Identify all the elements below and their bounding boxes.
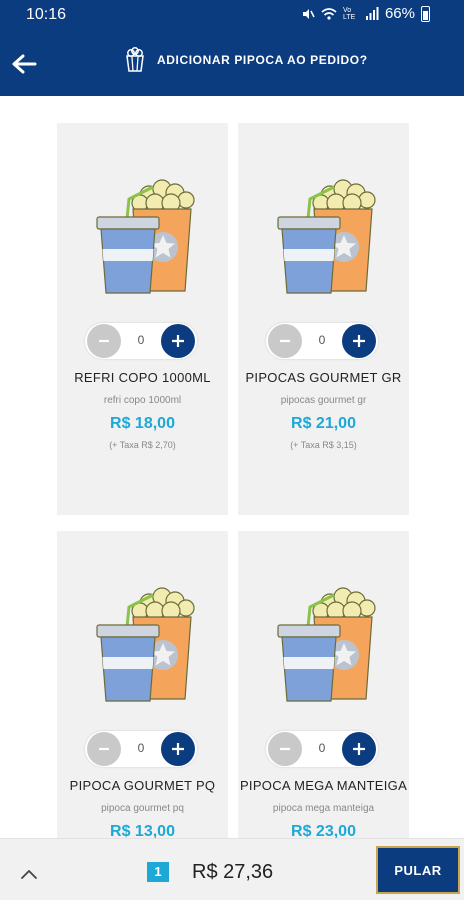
popcorn-icon xyxy=(126,47,144,72)
battery-percent: 66% xyxy=(384,5,415,22)
minus-icon xyxy=(99,339,109,343)
product-description: pipoca gourmet pq xyxy=(101,803,184,814)
combo-image xyxy=(95,178,196,295)
product-card[interactable]: 0 PIPOCA GOURMET PQ pipoca gourmet pq R$… xyxy=(57,531,228,861)
combo-image xyxy=(95,586,196,703)
cart-count-badge: 1 xyxy=(147,862,169,882)
back-button[interactable] xyxy=(8,48,40,80)
product-card[interactable]: 0 PIPOCAS GOURMET GR pipocas gourmet gr … xyxy=(238,123,409,515)
quantity-stepper: 0 xyxy=(85,731,197,767)
signal-icon xyxy=(365,6,379,20)
plus-icon xyxy=(172,335,184,347)
minus-icon xyxy=(280,339,290,343)
quantity-value: 0 xyxy=(318,333,326,347)
product-description: pipoca mega manteiga xyxy=(272,803,375,814)
cart-total: R$ 27,36 xyxy=(192,861,274,883)
quantity-value: 0 xyxy=(137,333,145,347)
minus-icon xyxy=(280,747,290,751)
product-description: pipocas gourmet gr xyxy=(280,395,367,406)
product-name: REFRI COPO 1000ML xyxy=(74,370,211,385)
increase-button[interactable] xyxy=(161,324,195,358)
volte-icon: Vo LTE xyxy=(342,6,356,21)
product-tax: (+ Taxa R$ 3,15) xyxy=(290,440,357,450)
plus-icon xyxy=(353,743,365,755)
quantity-stepper: 0 xyxy=(266,731,378,767)
product-name: PIPOCA MEGA MANTEIGA xyxy=(239,778,408,793)
minus-icon xyxy=(99,747,109,751)
increase-button[interactable] xyxy=(342,732,376,766)
status-time: 10:16 xyxy=(26,6,67,23)
product-card[interactable]: 0 REFRI COPO 1000ML refri copo 1000ml R$… xyxy=(57,123,228,515)
product-description: refri copo 1000ml xyxy=(103,395,182,406)
top-app-bar: ADICIONAR PIPOCA AO PEDIDO? xyxy=(0,30,464,96)
increase-button[interactable] xyxy=(161,732,195,766)
plus-icon xyxy=(353,335,365,347)
arrow-left-icon xyxy=(12,54,37,74)
product-price: R$ 21,00 xyxy=(291,415,356,432)
combo-image xyxy=(276,178,377,295)
wifi-icon xyxy=(321,7,337,20)
quantity-stepper: 0 xyxy=(85,323,197,359)
product-name: PIPOCAS GOURMET GR xyxy=(245,370,402,385)
combo-image xyxy=(276,586,377,703)
page-title: ADICIONAR PIPOCA AO PEDIDO? xyxy=(157,53,368,67)
increase-button[interactable] xyxy=(342,324,376,358)
product-price: R$ 18,00 xyxy=(110,415,175,432)
quantity-stepper: 0 xyxy=(266,323,378,359)
status-icons: Vo LTE 66% xyxy=(301,5,430,22)
chevron-up-icon[interactable] xyxy=(18,863,40,885)
mute-icon xyxy=(302,8,315,19)
battery-icon xyxy=(421,5,430,22)
product-card[interactable]: 0 PIPOCA MEGA MANTEIGA pipoca mega mante… xyxy=(238,531,409,861)
skip-button[interactable]: PULAR xyxy=(376,846,460,894)
product-name: PIPOCA GOURMET PQ xyxy=(69,778,216,793)
decrease-button[interactable] xyxy=(87,324,121,358)
quantity-value: 0 xyxy=(137,741,145,755)
cart-summary-bar: 1 R$ 27,36 PULAR xyxy=(0,838,464,900)
status-bar: 10:16 Vo LTE 66% xyxy=(0,0,464,30)
decrease-button[interactable] xyxy=(268,324,302,358)
plus-icon xyxy=(172,743,184,755)
decrease-button[interactable] xyxy=(268,732,302,766)
quantity-value: 0 xyxy=(318,741,326,755)
product-tax: (+ Taxa R$ 2,70) xyxy=(109,440,176,450)
decrease-button[interactable] xyxy=(87,732,121,766)
